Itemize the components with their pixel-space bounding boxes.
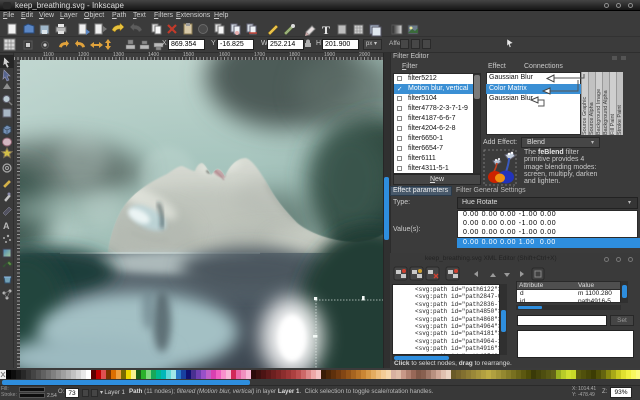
svg-text:T: T (322, 23, 330, 37)
svg-text:A: A (3, 221, 10, 231)
